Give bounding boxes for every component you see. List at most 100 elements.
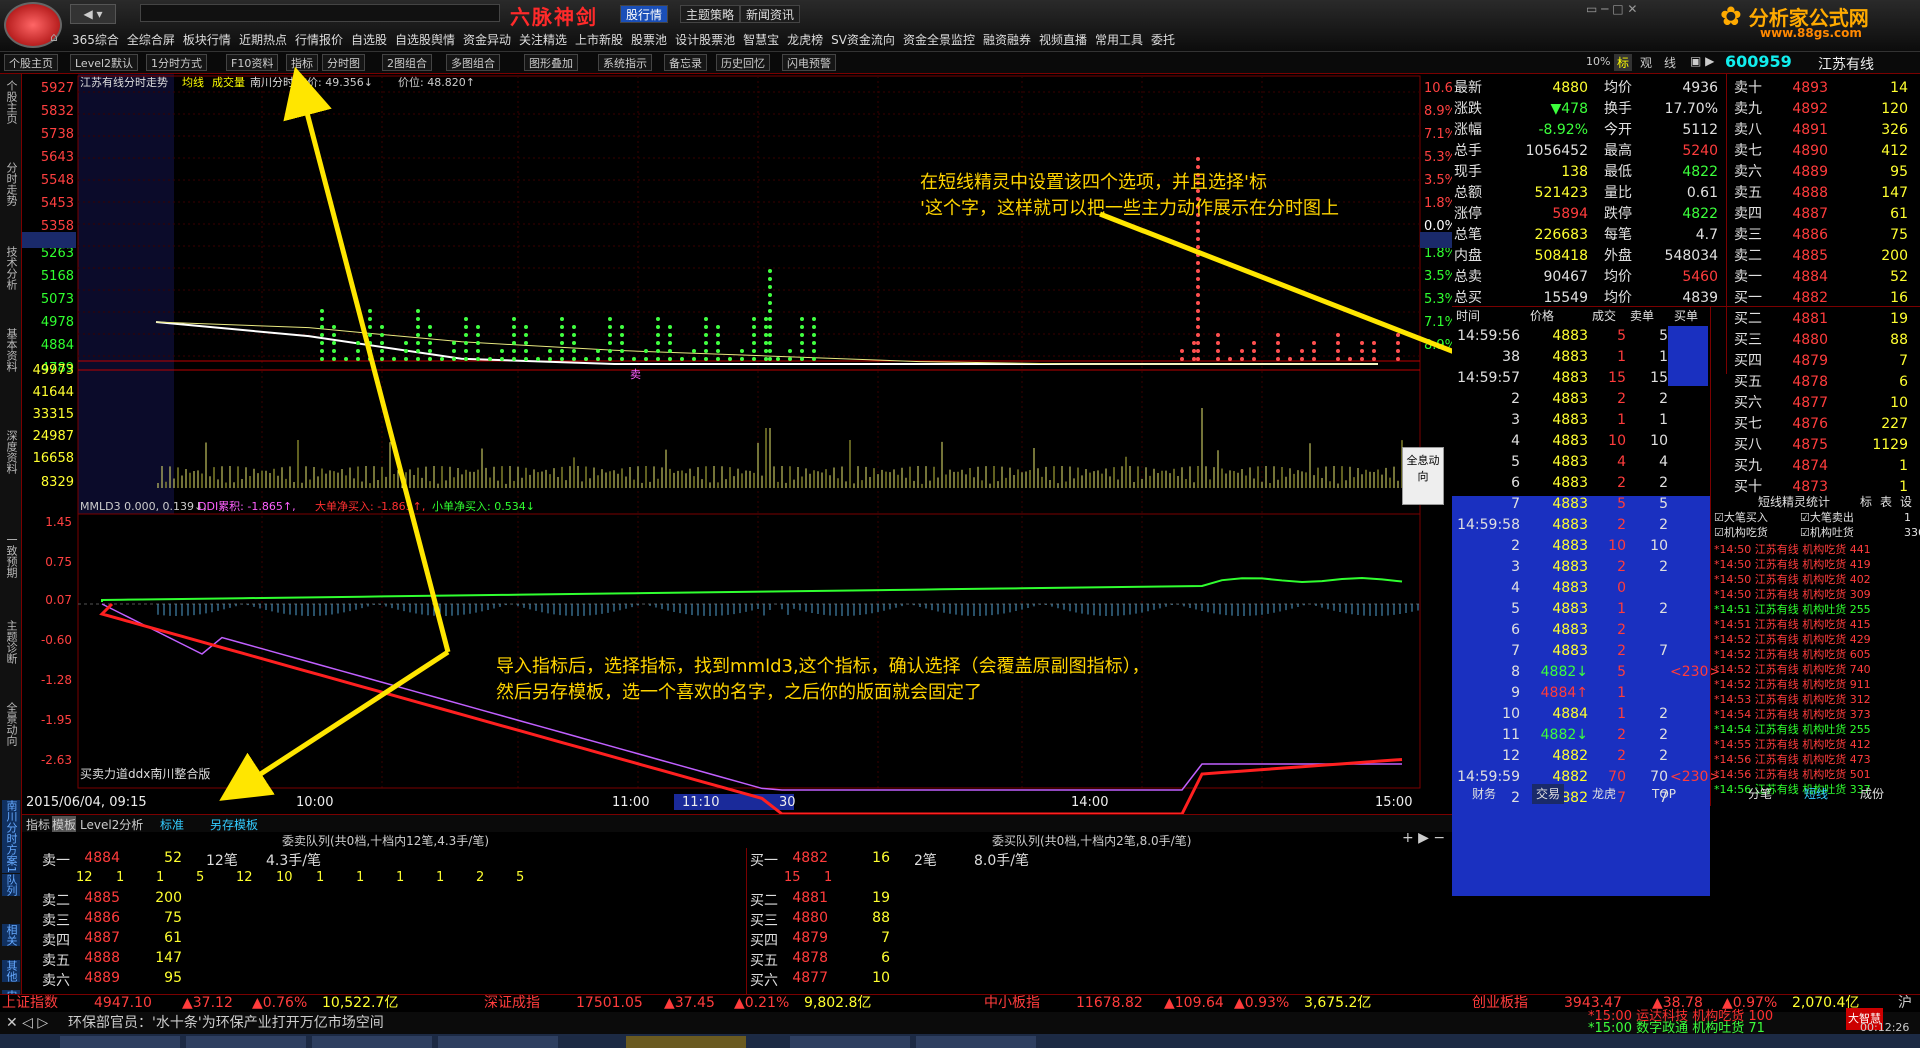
rail-tab-4[interactable]: 深度资料 bbox=[2, 430, 20, 474]
menu-item-11[interactable]: 设计股票池 bbox=[675, 33, 735, 47]
index-3-field-0[interactable]: 创业板指 bbox=[1472, 995, 1528, 1012]
toolbar-btn-8[interactable]: 图形叠加 bbox=[524, 54, 578, 71]
jingling-row-0[interactable]: *14:50 江苏有线 机构吃货 441 bbox=[1714, 542, 1871, 557]
jingling-row-12[interactable]: *14:54 江苏有线 机构吐货 255 bbox=[1714, 722, 1871, 737]
toolbar-btn-9[interactable]: 系统指示 bbox=[598, 54, 652, 71]
toolbar-btn-10[interactable]: 备忘录 bbox=[664, 54, 707, 71]
menu-item-17[interactable]: 视频直播 bbox=[1039, 33, 1087, 47]
rail-tab-11[interactable]: 其他 bbox=[2, 960, 20, 982]
toolbar-btn-12[interactable]: 闪电预警 bbox=[782, 54, 836, 71]
rail-tab-5[interactable]: 一致预期 bbox=[2, 534, 20, 578]
jingling-option-1-1[interactable]: ☑机构吐货 bbox=[1800, 525, 1854, 540]
toolbar-btn-5[interactable]: 分时图 bbox=[322, 54, 365, 71]
bottom-tab-0[interactable]: 指标 bbox=[26, 816, 50, 833]
home-icon[interactable]: ⌂ bbox=[50, 30, 58, 44]
toolbar-btn-11[interactable]: 历史回忆 bbox=[716, 54, 770, 71]
menu-item-9[interactable]: 上市新股 bbox=[575, 33, 623, 47]
rail-tab-7[interactable]: 全景动向 bbox=[2, 702, 20, 746]
quote-tab-1[interactable]: 交易 bbox=[1532, 784, 1565, 804]
bottom-tab-4[interactable]: 另存模板 bbox=[210, 816, 258, 833]
menu-item-12[interactable]: 智慧宝 bbox=[743, 33, 779, 47]
index-0-field-0[interactable]: 上证指数 bbox=[2, 995, 58, 1012]
index-2-field-0[interactable]: 中小板指 bbox=[984, 995, 1040, 1012]
jingling-option-0-1[interactable]: ☑大笔卖出 bbox=[1800, 510, 1854, 525]
toolbar-btn-0[interactable]: 个股主页 bbox=[4, 54, 58, 71]
menu-item-1[interactable]: 全综合屏 bbox=[127, 33, 175, 47]
news-nav-icon[interactable]: ✕ ◁ ▷ bbox=[6, 1012, 48, 1034]
window-controls[interactable]: ▭ ─ □ ✕ bbox=[1586, 2, 1637, 16]
tab-stock-quotes[interactable]: 股行情 bbox=[620, 5, 669, 23]
zoom-level[interactable]: 10% bbox=[1586, 55, 1610, 68]
tab-news[interactable]: 新闻资讯 bbox=[740, 5, 801, 23]
menu-item-0[interactable]: 365综合 bbox=[72, 33, 119, 47]
jingling-row-9[interactable]: *14:52 江苏有线 机构吃货 911 bbox=[1714, 677, 1871, 692]
queue-controls-icon[interactable]: + ▶ − bbox=[1402, 830, 1445, 846]
menu-item-19[interactable]: 委托 bbox=[1151, 33, 1175, 47]
menu-item-8[interactable]: 关注精选 bbox=[519, 33, 567, 47]
jingling-row-1[interactable]: *14:50 江苏有线 机构吃货 419 bbox=[1714, 557, 1871, 572]
toolbar-btn-2[interactable]: 1分时方式 bbox=[146, 54, 207, 71]
full-info-button[interactable]: 全息动向 bbox=[1402, 447, 1444, 505]
toolbar-btn-3[interactable]: F10资料 bbox=[226, 54, 279, 71]
rail-tab-0[interactable]: 个股主页 bbox=[2, 80, 20, 124]
news-ticker[interactable]: 环保部官员：'水十条'为环保产业打开万亿市场空间 bbox=[68, 1012, 384, 1034]
menu-item-7[interactable]: 资金异动 bbox=[463, 33, 511, 47]
toolbar-btn-6[interactable]: 2图组合 bbox=[382, 54, 432, 71]
search-input[interactable] bbox=[140, 4, 500, 22]
jingling-row-13[interactable]: *14:55 江苏有线 机构吃货 412 bbox=[1714, 737, 1871, 752]
jingling-row-11[interactable]: *14:54 江苏有线 机构吃货 373 bbox=[1714, 707, 1871, 722]
menu-item-15[interactable]: 资金全景监控 bbox=[903, 33, 975, 47]
rail-tab-3[interactable]: 基本资料 bbox=[2, 328, 20, 372]
menu-item-13[interactable]: 龙虎榜 bbox=[787, 33, 823, 47]
menu-item-4[interactable]: 行情报价 bbox=[295, 33, 343, 47]
quote-tab-0[interactable]: 财务 bbox=[1472, 784, 1496, 804]
jingling-row-6[interactable]: *14:52 江苏有线 机构吃货 429 bbox=[1714, 632, 1871, 647]
layout-icon[interactable]: ▣ ▶ bbox=[1690, 54, 1714, 68]
quote-tab-3[interactable]: TOP bbox=[1652, 784, 1676, 804]
rail-tab-6[interactable]: 主题诊断 bbox=[2, 620, 20, 664]
jingling-row-14[interactable]: *14:56 江苏有线 机构吃货 473 bbox=[1714, 752, 1871, 767]
side-tab-2[interactable]: 成份 bbox=[1860, 784, 1884, 804]
jingling-row-5[interactable]: *14:51 江苏有线 机构吃货 415 bbox=[1714, 617, 1871, 632]
index-1-field-0[interactable]: 深证成指 bbox=[484, 995, 540, 1012]
rail-tab-8[interactable]: 南川分时方案1 bbox=[2, 800, 20, 873]
menu-item-18[interactable]: 常用工具 bbox=[1095, 33, 1143, 47]
jingling-tab-0[interactable]: 标 bbox=[1860, 492, 1872, 512]
jingling-row-16[interactable]: *14:56 江苏有线 机构吐货 337 bbox=[1714, 782, 1871, 797]
jingling-row-7[interactable]: *14:52 江苏有线 机构吃货 605 bbox=[1714, 647, 1871, 662]
side-tab-1[interactable]: 短线 bbox=[1804, 784, 1828, 804]
menu-item-14[interactable]: SV资金流向 bbox=[831, 33, 895, 47]
bottom-tab-3[interactable]: 标准 bbox=[160, 816, 184, 833]
toolbar-btn-1[interactable]: Level2默认 bbox=[70, 54, 139, 71]
bottom-tab-2[interactable]: Level2分析 bbox=[80, 816, 143, 833]
toolbar-right-btn-0[interactable]: 标 bbox=[1614, 54, 1633, 71]
bottom-tab-1[interactable]: 模板 bbox=[52, 816, 77, 833]
menu-item-3[interactable]: 近期热点 bbox=[239, 33, 287, 47]
jingling-row-8[interactable]: *14:52 江苏有线 机构吃货 740 bbox=[1714, 662, 1871, 677]
rail-tab-9[interactable]: 队列 bbox=[2, 874, 20, 896]
jingling-row-3[interactable]: *14:50 江苏有线 机构吃货 309 bbox=[1714, 587, 1871, 602]
toolbar-right-btn-2[interactable]: 线 bbox=[1664, 54, 1676, 71]
jingling-row-4[interactable]: *14:51 江苏有线 机构吐货 255 bbox=[1714, 602, 1871, 617]
menu-item-10[interactable]: 股票池 bbox=[631, 33, 667, 47]
jingling-row-15[interactable]: *14:56 江苏有线 机构吃货 501 bbox=[1714, 767, 1871, 782]
tab-theme-strategy[interactable]: 主题策略 bbox=[680, 5, 741, 23]
menu-item-2[interactable]: 板块行情 bbox=[183, 33, 231, 47]
menu-item-16[interactable]: 融资融券 bbox=[983, 33, 1031, 47]
side-tab-0[interactable]: 分笔 bbox=[1748, 784, 1772, 804]
jingling-row-2[interactable]: *14:50 江苏有线 机构吃货 402 bbox=[1714, 572, 1871, 587]
quote-tab-2[interactable]: 龙虎 bbox=[1592, 784, 1616, 804]
jingling-option-1-0[interactable]: ☑机构吃货 bbox=[1714, 525, 1768, 540]
jingling-tab-2[interactable]: 设 bbox=[1900, 492, 1912, 512]
toolbar-right-btn-1[interactable]: 观 bbox=[1640, 54, 1652, 71]
jingling-row-10[interactable]: *14:53 江苏有线 机构吃货 312 bbox=[1714, 692, 1871, 707]
jingling-option-0-0[interactable]: ☑大笔买入 bbox=[1714, 510, 1768, 525]
rail-tab-1[interactable]: 分时走势 bbox=[2, 162, 20, 206]
rail-tab-2[interactable]: 技术分析 bbox=[2, 246, 20, 290]
toolbar-btn-4[interactable]: 指标 bbox=[286, 54, 318, 71]
nav-buttons[interactable]: ◀ ▾ bbox=[70, 4, 116, 24]
jingling-tab-1[interactable]: 表 bbox=[1880, 492, 1892, 512]
menu-item-6[interactable]: 自选股舆情 bbox=[395, 33, 455, 47]
toolbar-btn-7[interactable]: 多图组合 bbox=[446, 54, 500, 71]
menu-item-5[interactable]: 自选股 bbox=[351, 33, 387, 47]
